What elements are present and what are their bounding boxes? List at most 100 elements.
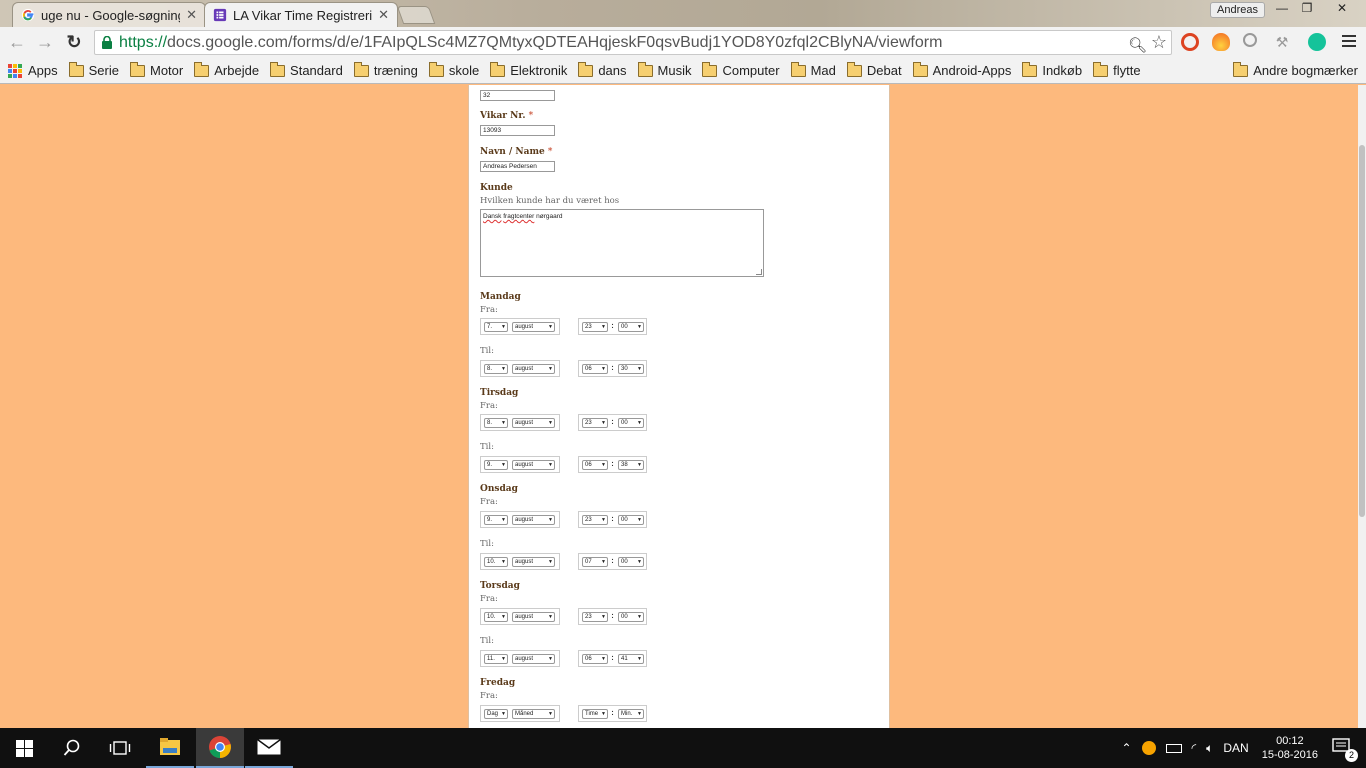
language-indicator[interactable]: DAN: [1223, 741, 1248, 755]
minute-select[interactable]: 00: [618, 322, 644, 332]
menu-icon[interactable]: [1342, 35, 1356, 49]
day-select[interactable]: 9.: [484, 515, 508, 525]
kunde-textarea[interactable]: Dansk fragtcenter nørgaard: [480, 209, 764, 277]
minute-select[interactable]: Min.: [618, 709, 644, 719]
month-select[interactable]: august: [512, 654, 555, 664]
day-select[interactable]: 10.: [484, 557, 508, 567]
minute-select[interactable]: 30: [618, 364, 644, 374]
file-explorer-button[interactable]: [146, 728, 194, 768]
month-select[interactable]: august: [512, 364, 555, 374]
navn-input[interactable]: Andreas Pedersen: [480, 161, 555, 172]
grammarly-extension-icon[interactable]: [1308, 33, 1326, 51]
day-select[interactable]: 7.: [484, 322, 508, 332]
time-colon: :: [611, 514, 615, 524]
hour-select[interactable]: 06: [582, 654, 608, 664]
day-select[interactable]: 8.: [484, 364, 508, 374]
bookmark-folder[interactable]: flytte: [1093, 61, 1141, 78]
mail-button[interactable]: [245, 728, 293, 768]
address-bar[interactable]: https://docs.google.com/forms/d/e/1FAIpQ…: [94, 30, 1172, 55]
hour-select[interactable]: 06: [582, 364, 608, 374]
month-select[interactable]: august: [512, 557, 555, 567]
bookmark-folder[interactable]: Serie: [68, 61, 119, 78]
minute-select[interactable]: 00: [618, 557, 644, 567]
tab-close-icon[interactable]: ✕: [378, 7, 389, 23]
minimize-icon[interactable]: —: [1269, 0, 1295, 18]
page-scrollbar[interactable]: [1358, 85, 1366, 728]
chevron-up-icon[interactable]: ⌃: [1121, 741, 1131, 755]
start-button[interactable]: [0, 728, 48, 768]
task-view-button[interactable]: [96, 728, 144, 768]
hour-select[interactable]: 06: [582, 460, 608, 470]
tab-google-search[interactable]: uge nu - Google-søgning ✕: [12, 2, 206, 27]
day-select[interactable]: Dag: [484, 709, 508, 719]
minute-select[interactable]: 00: [618, 612, 644, 622]
norton-icon[interactable]: [1141, 741, 1156, 755]
minute-select[interactable]: 38: [618, 460, 644, 470]
opera-extension-icon[interactable]: [1181, 33, 1199, 51]
bookmark-folder[interactable]: Musik: [637, 61, 691, 78]
close-window-icon[interactable]: ✕: [1322, 0, 1362, 18]
bookmark-folder[interactable]: Mad: [790, 61, 836, 78]
folder-icon: [912, 61, 928, 77]
bookmark-folder[interactable]: Debat: [846, 61, 902, 78]
required-mark: *: [547, 147, 553, 157]
bookmark-folder[interactable]: dans: [578, 61, 627, 78]
minute-select[interactable]: 00: [618, 515, 644, 525]
bookmark-star-icon[interactable]: ☆: [1151, 31, 1167, 54]
tab-close-icon[interactable]: ✕: [186, 7, 197, 23]
week-number-input[interactable]: 32: [480, 90, 555, 101]
profile-button[interactable]: Andreas: [1210, 2, 1265, 18]
bookmark-folder[interactable]: skole: [428, 61, 479, 78]
hour-select[interactable]: 07: [582, 557, 608, 567]
restore-icon[interactable]: ❐: [1294, 0, 1320, 18]
minute-select[interactable]: 41: [618, 654, 644, 664]
search-button[interactable]: [48, 728, 96, 768]
day-select[interactable]: 11.: [484, 654, 508, 664]
vikar-nr-input[interactable]: 13093: [480, 125, 555, 136]
scrollbar-thumb[interactable]: [1359, 145, 1365, 517]
back-icon[interactable]: ←: [6, 32, 28, 54]
fire-extension-icon[interactable]: [1212, 33, 1230, 51]
hour-select[interactable]: 23: [582, 322, 608, 332]
tools-extension-icon[interactable]: ⚒: [1273, 33, 1291, 51]
hour-select[interactable]: 23: [582, 612, 608, 622]
bookmark-apps[interactable]: Apps: [8, 63, 58, 78]
month-select[interactable]: august: [512, 612, 555, 622]
forward-icon[interactable]: →: [34, 32, 56, 54]
hour-select[interactable]: 23: [582, 515, 608, 525]
bookmark-folder[interactable]: Motor: [130, 61, 183, 78]
zoom-icon[interactable]: 🔍︎: [1128, 34, 1147, 54]
hour-select[interactable]: 23: [582, 418, 608, 428]
day-select[interactable]: 10.: [484, 612, 508, 622]
day-select[interactable]: 8.: [484, 418, 508, 428]
bookmark-folder[interactable]: Arbejde: [194, 61, 259, 78]
folder-icon: [1233, 61, 1249, 77]
day-select[interactable]: 9.: [484, 460, 508, 470]
search-extension-icon[interactable]: [1243, 33, 1257, 47]
chrome-button[interactable]: [196, 728, 244, 768]
bookmark-folder[interactable]: Elektronik: [490, 61, 567, 78]
month-select[interactable]: august: [512, 418, 555, 428]
clock[interactable]: 00:12 15-08-2016: [1262, 734, 1318, 762]
new-tab-button[interactable]: [396, 6, 436, 24]
month-select[interactable]: august: [512, 460, 555, 470]
bookmark-folder[interactable]: træning: [353, 61, 418, 78]
folder-icon: [702, 61, 718, 77]
month-select[interactable]: Måned: [512, 709, 555, 719]
month-select[interactable]: august: [512, 322, 555, 332]
battery-icon[interactable]: [1165, 743, 1182, 753]
minute-select[interactable]: 00: [618, 418, 644, 428]
wifi-icon[interactable]: ◜: [1192, 741, 1197, 755]
bookmark-folder[interactable]: Android-Apps: [912, 61, 1011, 78]
other-bookmarks-folder[interactable]: Andre bogmærker: [1233, 61, 1358, 78]
bookmark-folder[interactable]: Indkøb: [1022, 61, 1082, 78]
resize-grip-icon[interactable]: [756, 269, 762, 275]
volume-icon[interactable]: 🔈︎: [1206, 741, 1213, 756]
bookmark-folder[interactable]: Standard: [270, 61, 343, 78]
bookmark-folder[interactable]: Computer: [702, 61, 780, 78]
action-center-button[interactable]: 2: [1332, 737, 1358, 762]
reload-icon[interactable]: ↻: [63, 32, 85, 54]
hour-select[interactable]: Time: [582, 709, 608, 719]
tab-la-vikar-form[interactable]: LA Vikar Time Registrering ✕: [204, 2, 398, 27]
month-select[interactable]: august: [512, 515, 555, 525]
